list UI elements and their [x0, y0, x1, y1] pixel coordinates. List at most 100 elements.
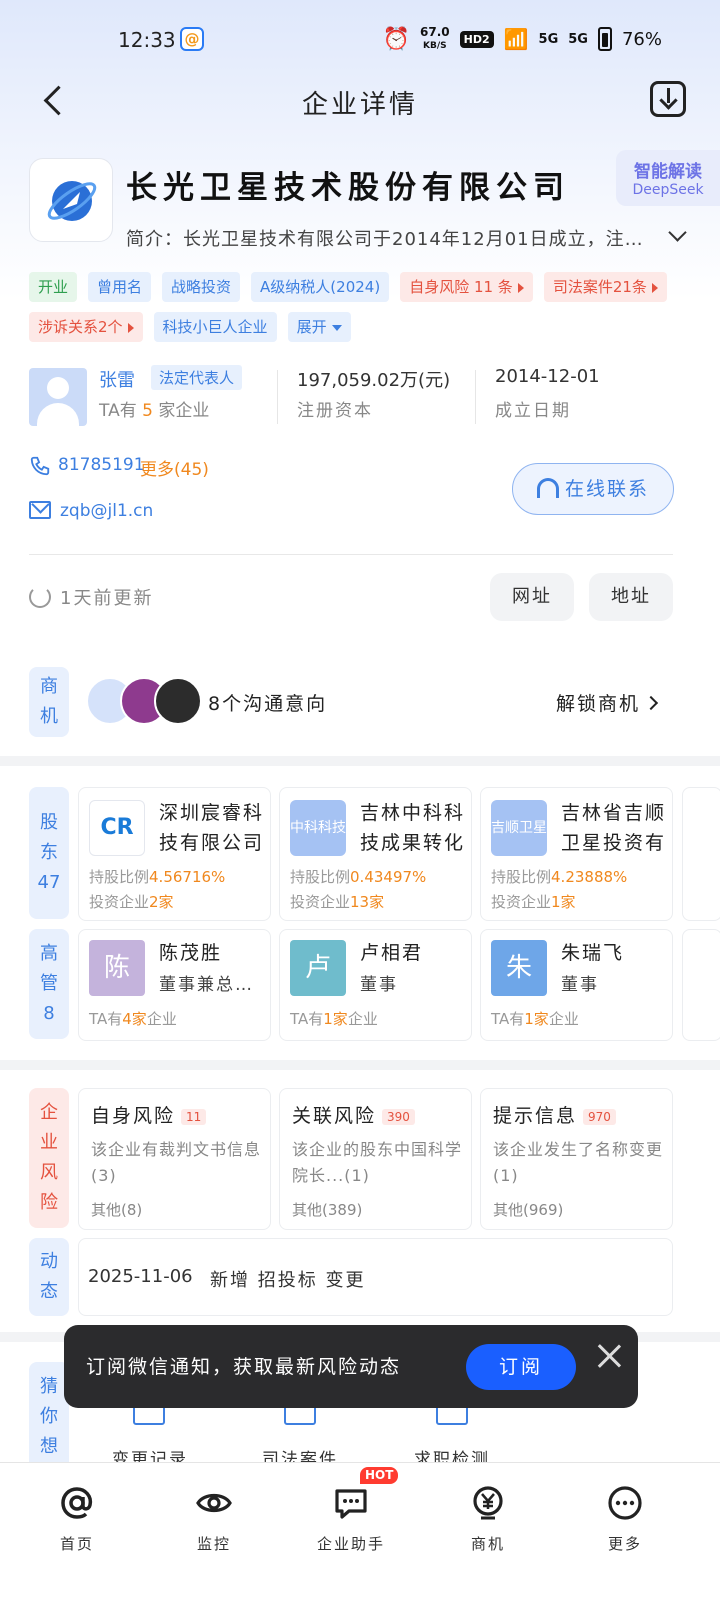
tab-more[interactable]: 更多	[556, 1463, 694, 1583]
tab-label: 商机	[470, 1535, 505, 1553]
shareholder-card-partial[interactable]	[682, 787, 720, 921]
online-contact-label: 在线联系	[564, 478, 649, 500]
rep-company-count: 5	[142, 401, 153, 421]
shareholder-card[interactable]: 中科科技吉林中科科技成果转化有限公司持股比例0.43497% 投资企业13家	[279, 787, 472, 921]
shareholder-logo: 中科科技	[290, 800, 346, 856]
ai-badge-sub: DeepSeek	[632, 182, 704, 198]
sub-prefix: TA有	[491, 1010, 525, 1028]
legal-rep-companies[interactable]: TA有 5 家企业	[99, 396, 209, 421]
tag-item[interactable]: 展开	[287, 312, 351, 342]
subscribe-button[interactable]: 订阅	[466, 1344, 576, 1390]
executive-card-partial[interactable]	[682, 929, 720, 1041]
tab-assistant[interactable]: 企业助手	[282, 1463, 420, 1583]
ratio-value: 4.23888%	[551, 868, 628, 886]
app-notification-icon: @	[180, 27, 204, 51]
rep-sub-prefix: TA有	[99, 401, 137, 421]
sub-prefix: TA有	[89, 1010, 123, 1028]
executive-side-label[interactable]: 高 管 8	[29, 929, 69, 1039]
tab-home[interactable]: 首页	[8, 1463, 146, 1583]
online-contact-button[interactable]: 在线联系	[512, 463, 674, 515]
subscribe-toast: 订阅微信通知，获取最新风险动态 订阅	[64, 1325, 638, 1408]
tag-item[interactable]: 司法案件21条	[543, 272, 667, 302]
tag-item[interactable]: 科技小巨人企业	[153, 312, 277, 342]
opportunity-avatars	[86, 677, 216, 727]
ai-interpret-button[interactable]: 智能解读 DeepSeek	[616, 150, 720, 206]
sub-suffix: 企业	[146, 1010, 177, 1028]
risk-card[interactable]: 提示信息 970 该企业发生了名称变更(1) 其他(969)	[480, 1088, 673, 1230]
avatar[interactable]	[29, 368, 87, 426]
side-char: 股	[40, 812, 58, 833]
company-name: 长光卫星技术股份有限公司	[126, 170, 570, 206]
ratio-label: 持股比例	[89, 868, 150, 886]
ratio-value: 4.56716%	[149, 868, 226, 886]
side-char: 风	[40, 1162, 58, 1183]
headset-icon	[536, 477, 559, 498]
shareholder-card[interactable]: CR 深圳宸睿科技有限公司 持股比例4.56716% 投资企业2家	[78, 787, 271, 921]
company-count: 1家	[323, 1010, 348, 1028]
alarm-icon: ⏰	[382, 26, 411, 52]
executive-card[interactable]: 陈陈茂胜 董事兼总经理 TA有4家企业	[78, 929, 271, 1041]
shareholder-card[interactable]: 吉顺卫星吉林省吉顺卫星投资有限公司持股比例4.23888% 投资企业1家	[480, 787, 673, 921]
net-speed-value: 67.0	[420, 25, 450, 39]
signal-1: 5G	[538, 31, 559, 47]
update-time: 1天前更新	[60, 588, 154, 609]
close-icon[interactable]	[596, 1343, 622, 1369]
executive-card[interactable]: 朱朱瑞飞 董事 TA有1家企业	[480, 929, 673, 1041]
tag-item[interactable]: 涉诉关系2个	[29, 312, 143, 342]
executive-card[interactable]: 卢卢相君 董事 TA有1家企业	[279, 929, 472, 1041]
executive-role: 董事	[360, 975, 398, 995]
opportunity-text: 8个沟通意向	[208, 693, 328, 715]
avatar	[154, 677, 202, 725]
unlock-opportunity-link[interactable]: 解锁商机	[556, 689, 659, 716]
phone-more-link[interactable]: 更多(45)	[140, 455, 209, 480]
download-button[interactable]	[650, 81, 686, 117]
shareholder-ratio: 持股比例0.43497%	[290, 866, 426, 887]
tag-item[interactable]: 曾用名	[88, 272, 152, 302]
news-side-label: 动 态	[29, 1238, 69, 1316]
executive-avatar: 陈	[89, 940, 145, 996]
at-icon	[61, 1487, 93, 1519]
investment-count: 2家	[149, 893, 174, 911]
side-char: 商	[40, 676, 58, 697]
tag-item[interactable]: 自身风险 11 条	[400, 272, 533, 302]
risk-card[interactable]: 关联风险 390 该企业的股东中国科学院长...(1) 其他(389)	[279, 1088, 472, 1230]
tag-item[interactable]: 战略投资	[162, 272, 241, 302]
side-char: 8	[43, 1003, 55, 1024]
sub-suffix: 企业	[548, 1010, 579, 1028]
risk-description: 该企业的股东中国科学院长...(1)	[292, 1140, 463, 1185]
chevron-down-icon[interactable]	[668, 226, 686, 244]
news-date: 2025-11-06	[88, 1266, 193, 1287]
sub-suffix: 企业	[347, 1010, 378, 1028]
tag-item[interactable]: A级纳税人(2024)	[251, 272, 390, 302]
phone-number[interactable]: 81785191	[58, 455, 145, 475]
unlock-label: 解锁商机	[556, 693, 641, 715]
basic-info-row: 张雷 法定代表人 TA有 5 家企业 197,059.02万(元) 注册资本 2…	[29, 365, 689, 430]
side-char: 业	[40, 1132, 58, 1153]
shareholder-side-label[interactable]: 股 东 47	[29, 787, 69, 919]
website-button[interactable]: 网址	[490, 573, 574, 621]
risk-card[interactable]: 自身风险 11 该企业有裁判文书信息(3) 其他(8)	[78, 1088, 271, 1230]
email-link[interactable]: zqb@jl1.cn	[60, 501, 153, 521]
executive-role: 董事兼总经理	[159, 975, 269, 995]
tab-opportunity[interactable]: 商机	[419, 1463, 557, 1583]
caret-down-icon	[331, 324, 342, 331]
company-intro[interactable]: 简介：长光卫星技术有限公司于2014年12月01日成立，注册资本197,059.…	[126, 225, 646, 251]
shareholder-investments: 投资企业2家	[89, 891, 174, 912]
tab-monitor[interactable]: 监控	[145, 1463, 283, 1583]
yen-icon	[473, 1486, 503, 1520]
mail-icon	[29, 501, 51, 519]
tag-label: 涉诉关系2个	[38, 318, 123, 336]
tag-item[interactable]: 开业	[29, 272, 78, 302]
tag-label: 战略投资	[171, 278, 232, 296]
guess-side-label: 猜 你 想	[29, 1362, 69, 1472]
side-char: 机	[40, 706, 58, 727]
tag-label: A级纳税人(2024)	[260, 278, 381, 296]
hot-badge: HOT	[360, 1467, 399, 1484]
risk-other: 其他(8)	[91, 1201, 143, 1219]
risk-other: 其他(389)	[292, 1201, 363, 1219]
legal-rep-name[interactable]: 张雷	[99, 366, 135, 392]
address-button[interactable]: 地址	[589, 573, 673, 621]
tab-label: 更多	[607, 1535, 642, 1553]
shareholder-investments: 投资企业13家	[290, 891, 384, 912]
founded-date-label: 成立日期	[495, 401, 571, 421]
